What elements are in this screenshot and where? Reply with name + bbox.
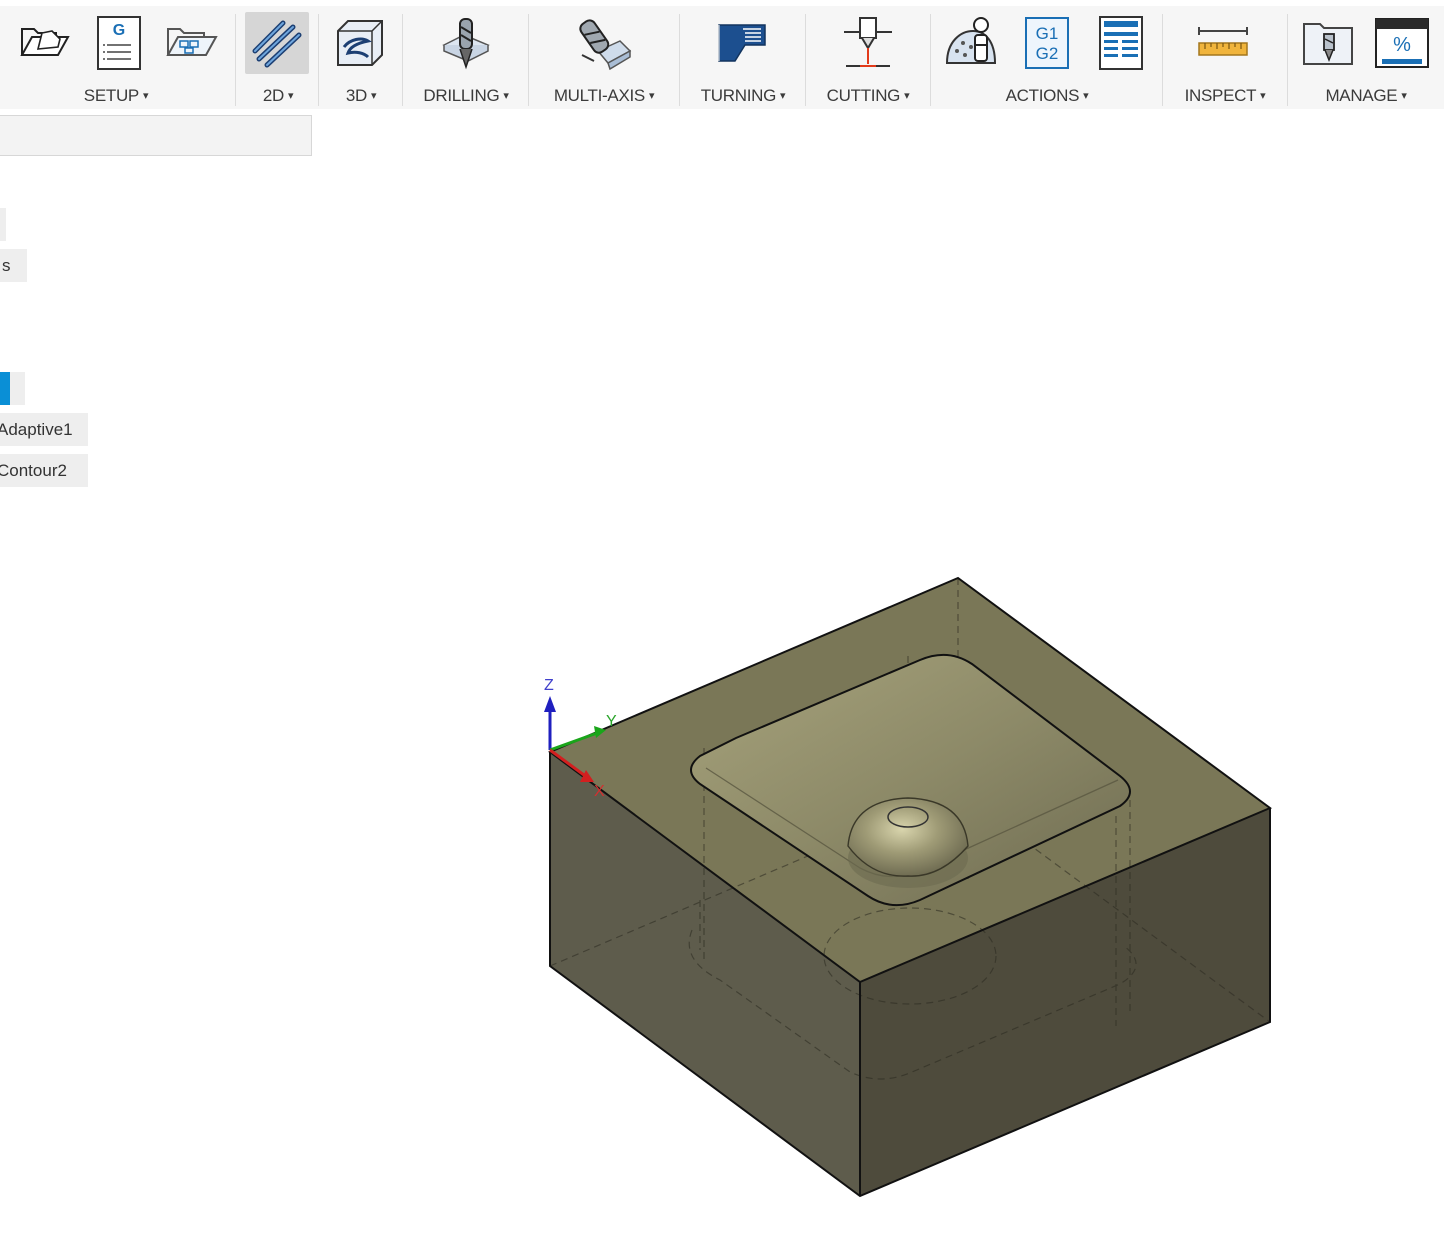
manufacture-toolbar: G SETUP ▾ 2D ▾ 3D ▾ DRILLING ▾ MULTI-AXI… xyxy=(0,6,1444,109)
drilling-menu[interactable]: DRILLING ▾ xyxy=(406,86,526,106)
separator xyxy=(235,14,236,106)
multi-axis-button[interactable] xyxy=(574,12,632,74)
y-axis-label: Y xyxy=(606,713,617,730)
separator xyxy=(528,14,529,106)
setup-label: SETUP xyxy=(83,86,139,105)
turning-caret-icon: ▾ xyxy=(780,90,786,102)
actions-caret-icon: ▾ xyxy=(1083,90,1089,102)
turning-label: TURNING xyxy=(700,86,777,105)
3d-caret-icon: ▾ xyxy=(370,90,377,102)
drilling-caret-icon: ▾ xyxy=(503,90,509,102)
simulate-button[interactable] xyxy=(942,12,1000,74)
3d-group: 3D ▾ xyxy=(322,6,400,109)
svg-text:%: % xyxy=(1393,34,1411,56)
separator xyxy=(318,14,319,106)
turning-menu[interactable]: TURNING ▾ xyxy=(683,86,803,106)
new-setup-button[interactable] xyxy=(17,12,75,74)
separator xyxy=(679,14,680,106)
cutting-menu[interactable]: CUTTING ▾ xyxy=(809,86,927,106)
cutting-button[interactable] xyxy=(839,12,897,74)
post-process-button[interactable]: G1 G2 xyxy=(1018,12,1076,74)
cutting-group: CUTTING ▾ xyxy=(809,6,927,109)
drill-icon xyxy=(442,18,490,70)
drilling-group: DRILLING ▾ xyxy=(406,6,526,109)
folder-setup-icon xyxy=(166,28,218,56)
setup-menu[interactable]: SETUP ▾ xyxy=(0,86,232,106)
separator xyxy=(805,14,806,106)
setup-sheet-button[interactable] xyxy=(1092,12,1150,74)
inspect-label: INSPECT xyxy=(1184,86,1257,105)
svg-text:G2: G2 xyxy=(1036,44,1059,63)
post-process-icon: G1 G2 xyxy=(1025,17,1069,69)
measure-button[interactable] xyxy=(1194,12,1252,74)
2d-menu[interactable]: 2D ▾ xyxy=(240,86,316,106)
z-axis-label: Z xyxy=(544,677,554,694)
graphics-viewport[interactable]: Z Y X xyxy=(0,109,1444,1239)
multi-axis-menu[interactable]: MULTI-AXIS ▾ xyxy=(532,86,676,106)
tool-library-icon xyxy=(1303,23,1353,65)
gcode-icon: G xyxy=(97,16,141,70)
cutting-icon xyxy=(844,17,892,67)
3d-adaptive-button[interactable] xyxy=(330,12,388,74)
part-model[interactable]: Z Y X xyxy=(0,109,1444,1239)
multi-axis-group: MULTI-AXIS ▾ xyxy=(532,6,676,109)
actions-group: G1 G2 ACTIONS ▾ xyxy=(934,6,1160,109)
turning-face-icon xyxy=(718,24,766,62)
manage-group: % MANAGE ▾ xyxy=(1291,6,1441,109)
turning-face-button[interactable] xyxy=(713,12,771,74)
2d-adaptive-icon xyxy=(252,20,302,68)
multi-axis-caret-icon: ▾ xyxy=(648,90,655,102)
separator xyxy=(1287,14,1288,106)
2d-label: 2D xyxy=(262,86,284,105)
drill-button[interactable] xyxy=(436,12,494,74)
multi-axis-label: MULTI-AXIS xyxy=(553,86,645,105)
inspect-group: INSPECT ▾ xyxy=(1166,6,1284,109)
z-arrow-icon xyxy=(544,696,556,712)
separator xyxy=(1162,14,1163,106)
3d-label: 3D xyxy=(345,86,367,105)
tool-library-button[interactable] xyxy=(1299,12,1357,74)
actions-label: ACTIONS xyxy=(1005,86,1080,105)
new-setup-icon xyxy=(20,28,70,56)
2d-caret-icon: ▾ xyxy=(287,90,294,102)
multi-axis-icon xyxy=(579,19,632,71)
svg-text:G: G xyxy=(113,22,125,39)
2d-group: 2D ▾ xyxy=(240,6,316,109)
manage-caret-icon: ▾ xyxy=(1401,90,1407,102)
setup-sheet-icon xyxy=(1099,16,1143,70)
post-library-icon: % xyxy=(1375,18,1429,68)
inspect-menu[interactable]: INSPECT ▾ xyxy=(1166,86,1284,106)
post-library-button[interactable]: % xyxy=(1373,12,1431,74)
setup-caret-icon: ▾ xyxy=(142,90,149,102)
3d-menu[interactable]: 3D ▾ xyxy=(322,86,400,106)
separator xyxy=(930,14,931,106)
setup-group: G SETUP ▾ xyxy=(0,6,232,109)
nc-program-button[interactable]: G xyxy=(90,12,148,74)
cutting-label: CUTTING xyxy=(826,86,901,105)
separator xyxy=(402,14,403,106)
2d-adaptive-button[interactable] xyxy=(245,12,309,74)
svg-text:G1: G1 xyxy=(1036,24,1059,43)
simulate-icon xyxy=(945,17,997,64)
manage-label: MANAGE xyxy=(1325,86,1398,105)
measure-icon xyxy=(1198,27,1248,56)
turning-group: TURNING ▾ xyxy=(683,6,803,109)
x-axis-label: X xyxy=(594,783,605,800)
cutting-caret-icon: ▾ xyxy=(904,90,910,102)
drilling-label: DRILLING xyxy=(423,86,500,105)
folder-button[interactable] xyxy=(163,12,221,74)
actions-menu[interactable]: ACTIONS ▾ xyxy=(934,86,1160,106)
manage-menu[interactable]: MANAGE ▾ xyxy=(1291,86,1441,106)
inspect-caret-icon: ▾ xyxy=(1260,90,1266,102)
3d-adaptive-icon xyxy=(337,20,383,66)
